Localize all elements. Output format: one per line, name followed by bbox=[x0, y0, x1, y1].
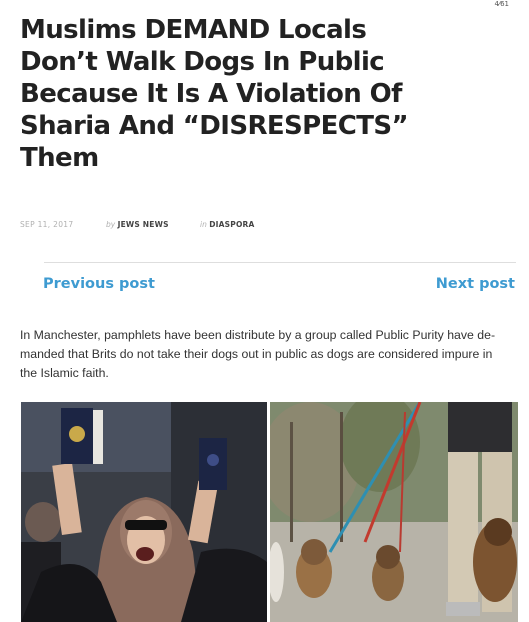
body-line: the Islamic faith. bbox=[20, 366, 109, 380]
headline-line: Don’t Walk Dogs In Public bbox=[20, 47, 385, 77]
author-prefix: by bbox=[106, 220, 116, 229]
author-link[interactable]: JEWS NEWS bbox=[118, 220, 169, 229]
headline-line: Because It Is A Violation Of bbox=[20, 79, 402, 109]
article-headline: Muslims DEMAND Locals Don’t Walk Dogs In… bbox=[20, 14, 510, 174]
next-post-link[interactable]: Next post bbox=[436, 276, 515, 292]
article-body: In Manchester, pamphlets have been distr… bbox=[20, 326, 514, 383]
headline-line: Sharia And “DISRESPECTS” bbox=[20, 111, 409, 141]
previous-post-link[interactable]: Previous post bbox=[43, 276, 155, 292]
category-prefix: in bbox=[200, 220, 207, 229]
body-line: In Manchester, pamphlets have been distr… bbox=[20, 328, 496, 342]
headline-line: Muslims DEMAND Locals bbox=[20, 15, 367, 45]
dog-walking-photo bbox=[270, 402, 518, 622]
corner-mark: 4⁄61 bbox=[494, 0, 509, 8]
divider bbox=[44, 262, 516, 263]
body-line: manded that Brits do not take their dogs… bbox=[20, 347, 493, 361]
protest-photo bbox=[21, 402, 267, 622]
article-meta: SEP 11, 2017 by JEWS NEWS in DIASPORA bbox=[20, 218, 500, 232]
post-author: by JEWS NEWS bbox=[106, 220, 169, 229]
post-date: SEP 11, 2017 bbox=[20, 220, 74, 229]
category-link[interactable]: DIASPORA bbox=[209, 220, 254, 229]
headline-line: Them bbox=[20, 143, 99, 173]
post-category: in DIASPORA bbox=[200, 220, 255, 229]
